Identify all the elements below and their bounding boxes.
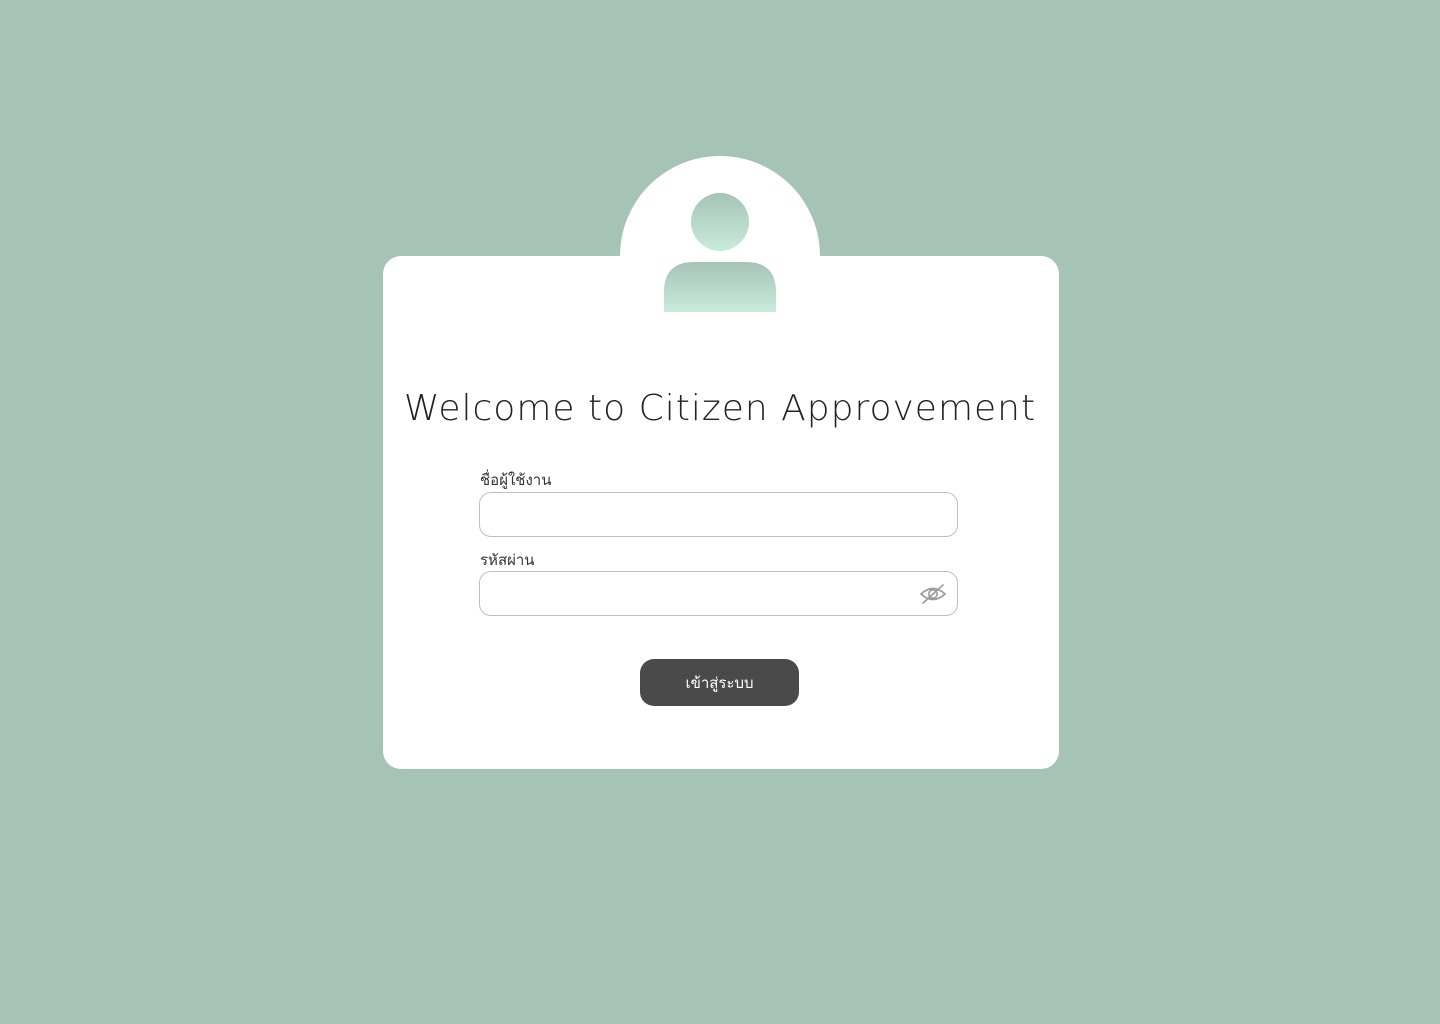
username-label: ชื่อผู้ใช้งาน: [480, 471, 552, 489]
user-icon: [664, 193, 776, 312]
user-icon-head: [691, 193, 749, 251]
welcome-title: Welcome to Citizen Approvement: [403, 388, 1037, 429]
username-field-wrapper: [479, 492, 958, 537]
user-icon-body: [664, 262, 776, 312]
password-label: รหัสผ่าน: [480, 551, 535, 569]
login-button[interactable]: เข้าสู่ระบบ: [640, 659, 799, 706]
username-input[interactable]: [480, 493, 957, 536]
password-field-wrapper: [479, 571, 958, 616]
eye-slash-icon[interactable]: [919, 582, 947, 606]
password-input[interactable]: [480, 572, 957, 615]
